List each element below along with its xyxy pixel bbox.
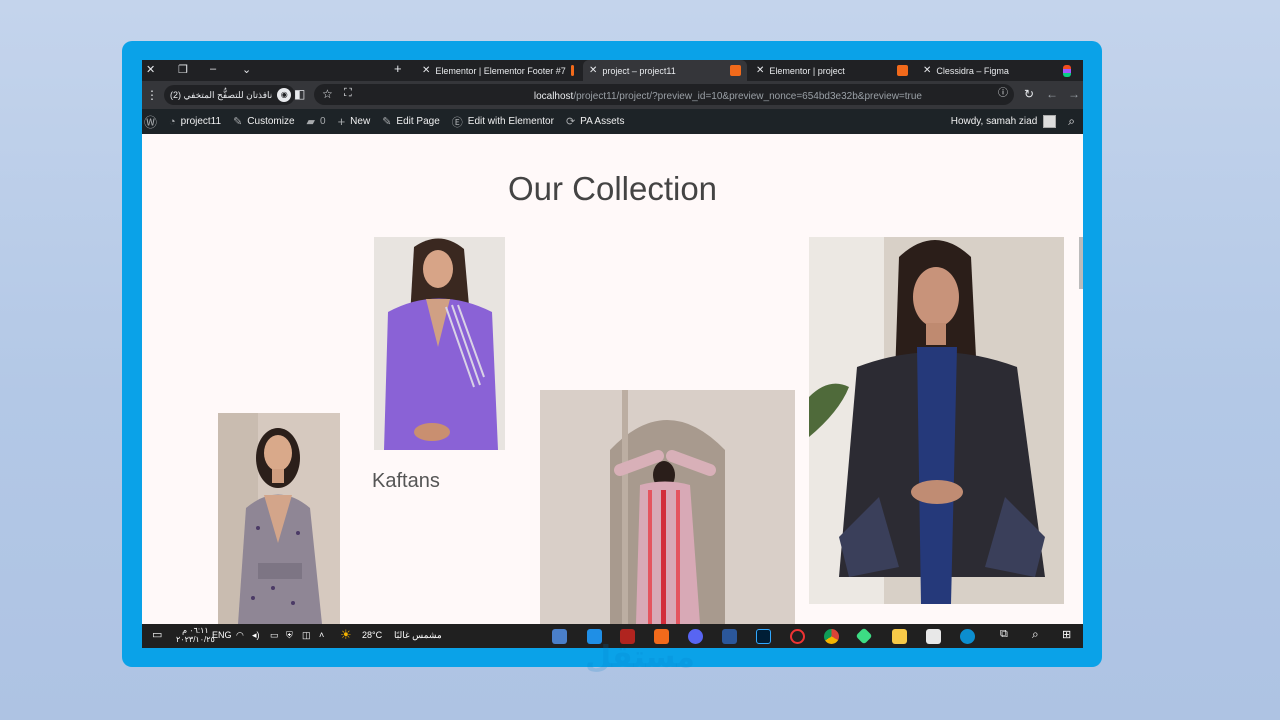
taskbar-app-recorder-icon[interactable]: [790, 629, 805, 644]
language-indicator[interactable]: ENG: [212, 630, 232, 640]
site-info-icon[interactable]: ⓘ: [998, 89, 1008, 99]
close-tab-icon[interactable]: ✕: [923, 65, 931, 76]
wifi-icon[interactable]: ◠: [236, 630, 244, 641]
category-label-kaftans[interactable]: Kaftans: [372, 470, 440, 493]
close-window-icon[interactable]: ✕: [146, 63, 155, 76]
page-scrollbar[interactable]: [1079, 237, 1083, 289]
product-image-lilac-kaftan[interactable]: [218, 413, 340, 624]
elementor-favicon-icon: [570, 65, 574, 76]
howdy-user-link[interactable]: Howdy, samah ziad: [951, 116, 1038, 127]
incognito-profile-button[interactable]: نافذتان للتصفُّح المتخفي (2) ◉: [164, 85, 296, 105]
notification-icon[interactable]: ▭: [152, 628, 162, 641]
omnibox[interactable]: ☆ ⛶ localhost/project11/project/?preview…: [314, 84, 1014, 105]
incognito-icon: ◉: [277, 88, 292, 102]
close-tab-icon[interactable]: ✕: [756, 65, 764, 76]
tab-elementor-footer[interactable]: ✕ Elementor | Elementor Footer #7: [416, 60, 580, 81]
weather-icon[interactable]: ☀: [340, 627, 352, 643]
weather-temp[interactable]: 28°C: [362, 630, 382, 640]
browser-menu-icon[interactable]: ⋮: [146, 89, 158, 101]
bookmark-star-icon[interactable]: ☆: [322, 88, 333, 100]
pencil-icon: ✎: [382, 116, 392, 128]
pa-assets-link[interactable]: ⟳ PA Assets: [566, 115, 625, 128]
wp-admin-bar: Ⓦ ◔ project11 ✎ Customize ▰ 0 + New ✎ Edit Pa…: [142, 109, 1083, 134]
edit-with-elementor-link[interactable]: Ⓔ Edit with Elementor: [452, 114, 554, 130]
product-image-pink-kaftan[interactable]: [540, 390, 795, 624]
taskbar-app-chrome-icon[interactable]: [824, 629, 839, 644]
back-icon[interactable]: ←: [1046, 88, 1058, 100]
customize-link[interactable]: ✎ Customize: [233, 115, 294, 128]
minimize-window-icon[interactable]: –: [210, 63, 216, 75]
tab-bar: ✕ ❐ – ⌄ + ✕ Elementor | Elementor Footer…: [142, 60, 1083, 81]
volume-icon[interactable]: ◂): [252, 630, 260, 641]
task-view-icon[interactable]: ⧉: [1000, 628, 1008, 641]
taskbar-app-edge-icon[interactable]: [960, 629, 975, 644]
battery-icon[interactable]: ▭: [270, 630, 279, 641]
browser-window: ✕ ❐ – ⌄ + ✕ Elementor | Elementor Footer…: [142, 60, 1083, 648]
wordpress-logo-icon[interactable]: Ⓦ: [144, 112, 157, 131]
tab-elementor-project[interactable]: ✕ Elementor | project: [750, 60, 914, 81]
clock[interactable]: ٠٦:١١ م ٢٠٢٣/١٠/٢٥: [176, 626, 215, 644]
tab-search-icon[interactable]: ⌄: [242, 63, 251, 76]
side-panel-icon[interactable]: ◧: [294, 88, 305, 100]
restore-window-icon[interactable]: ❐: [178, 63, 188, 76]
product-image-black-abaya[interactable]: [809, 237, 1064, 604]
show-hidden-icons-icon[interactable]: ˄: [319, 630, 324, 640]
refresh-icon: ⟳: [565, 116, 576, 128]
close-tab-icon[interactable]: ✕: [589, 65, 597, 76]
elementor-favicon-icon: [897, 65, 908, 76]
watermark-logo: مستقل: [585, 640, 695, 675]
comment-icon: ▰: [306, 116, 316, 128]
search-icon[interactable]: ⌕: [1068, 114, 1075, 129]
brush-icon: ✎: [233, 116, 243, 128]
tab-figma[interactable]: ✕ Clessidra – Figma: [917, 60, 1077, 81]
search-taskbar-icon[interactable]: ⌕: [1032, 627, 1039, 642]
taskbar-app-store-icon[interactable]: [926, 629, 941, 644]
start-menu-icon[interactable]: ⊞: [1062, 628, 1071, 641]
wordpress-favicon-icon: [730, 65, 741, 76]
dashboard-icon: ◔: [169, 115, 176, 128]
close-tab-icon[interactable]: ✕: [422, 65, 430, 76]
meet-now-icon[interactable]: ◫: [302, 630, 311, 641]
security-icon[interactable]: ⛨: [286, 630, 293, 641]
new-content-link[interactable]: + New: [338, 114, 371, 129]
figma-favicon-icon: [1063, 64, 1071, 77]
site-name-link[interactable]: ◔ project11: [169, 116, 221, 128]
product-image-purple-kaftan[interactable]: [374, 237, 505, 450]
screenshot-icon[interactable]: ⛶: [344, 88, 352, 99]
tab-project[interactable]: ✕ project – project11: [583, 60, 747, 81]
edit-page-link[interactable]: ✎ Edit Page: [382, 115, 440, 128]
taskbar-app-android-studio-icon[interactable]: [855, 627, 873, 645]
taskbar-app-photoshop-icon[interactable]: [756, 629, 771, 644]
new-tab-icon[interactable]: +: [394, 61, 402, 76]
page-title: Our Collection: [507, 170, 718, 207]
taskbar-app-file-explorer-icon[interactable]: [892, 629, 907, 644]
comments-link[interactable]: ▰ 0: [307, 115, 326, 128]
plus-icon: +: [337, 114, 346, 129]
reload-icon[interactable]: ↻: [1024, 88, 1034, 100]
address-bar-row: ⋮ نافذتان للتصفُّح المتخفي (2) ◉ ◧ ☆ ⛶ l…: [142, 81, 1083, 109]
forward-icon[interactable]: →: [1068, 88, 1080, 100]
elementor-icon: Ⓔ: [451, 116, 463, 129]
weather-text[interactable]: مشمس غالبًا: [394, 630, 442, 641]
taskbar-app-word-icon[interactable]: [722, 629, 737, 644]
url-text[interactable]: localhost/project11/project/?preview_id=…: [534, 91, 922, 102]
user-avatar[interactable]: [1043, 115, 1057, 128]
